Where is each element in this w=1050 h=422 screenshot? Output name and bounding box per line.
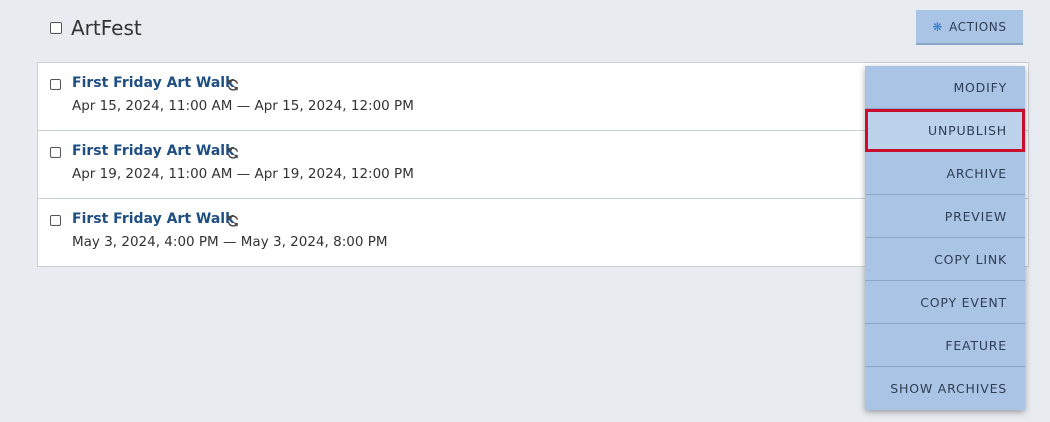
actions-dropdown-menu: MODIFY UNPUBLISH ARCHIVE PREVIEW COPY LI…: [865, 66, 1025, 410]
event-checkbox[interactable]: [50, 79, 61, 90]
menu-item-copy-event[interactable]: COPY EVENT: [865, 281, 1025, 324]
event-dates: Apr 19, 2024, 11:00 AM — Apr 19, 2024, 1…: [72, 166, 414, 182]
menu-item-show-archives[interactable]: SHOW ARCHIVES: [865, 367, 1025, 410]
gear-icon: ❋: [932, 19, 944, 34]
actions-button[interactable]: ❋ ACTIONS: [916, 10, 1023, 45]
menu-item-feature[interactable]: FEATURE: [865, 324, 1025, 367]
calendar-header: ArtFest: [50, 16, 142, 40]
recurring-icon: [226, 213, 240, 232]
event-checkbox[interactable]: [50, 215, 61, 226]
menu-item-modify[interactable]: MODIFY: [865, 66, 1025, 109]
actions-label: ACTIONS: [949, 19, 1007, 34]
menu-item-preview[interactable]: PREVIEW: [865, 195, 1025, 238]
event-title-link[interactable]: First Friday Art Walk: [72, 211, 234, 227]
event-dates: Apr 15, 2024, 11:00 AM — Apr 15, 2024, 1…: [72, 98, 414, 114]
select-all-checkbox[interactable]: [50, 22, 62, 34]
calendar-title: ArtFest: [71, 16, 142, 40]
menu-item-archive[interactable]: ARCHIVE: [865, 152, 1025, 195]
event-dates: May 3, 2024, 4:00 PM — May 3, 2024, 8:00…: [72, 234, 388, 250]
event-checkbox[interactable]: [50, 147, 61, 158]
recurring-icon: [226, 77, 240, 96]
event-title-link[interactable]: First Friday Art Walk: [72, 75, 234, 91]
menu-item-unpublish[interactable]: UNPUBLISH: [865, 109, 1025, 152]
recurring-icon: [226, 145, 240, 164]
event-title-link[interactable]: First Friday Art Walk: [72, 143, 234, 159]
menu-item-copy-link[interactable]: COPY LINK: [865, 238, 1025, 281]
